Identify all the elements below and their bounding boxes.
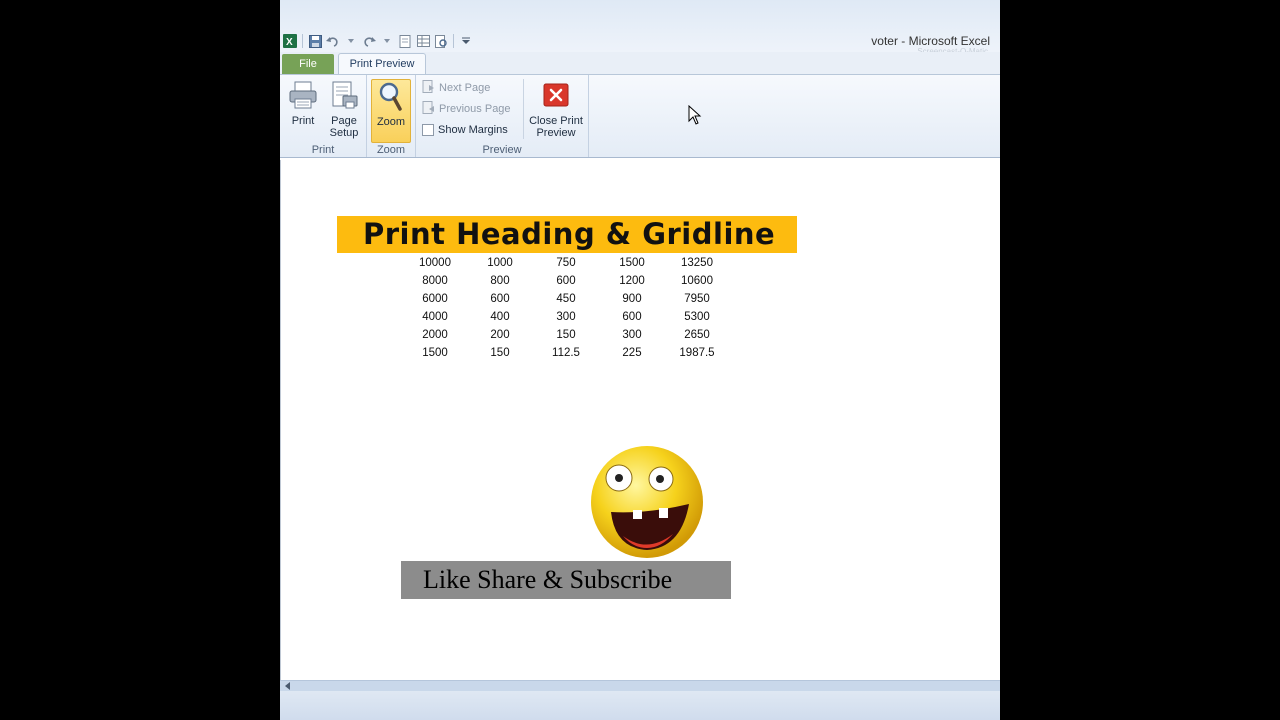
table-cell: 13250 [681,257,713,269]
page-setup-icon [328,79,360,111]
table-cell: 600 [556,275,576,287]
table-cell: 600 [490,293,510,305]
close-preview-icon [540,79,572,111]
print-preview-icon[interactable] [397,33,413,49]
table-cell: 5300 [684,311,710,323]
horizontal-scrollbar[interactable] [280,680,1000,691]
chevron-down-icon[interactable] [379,33,395,49]
table-cell: 10000 [419,257,451,269]
table-cell: 2650 [684,329,710,341]
table-cell: 4000 [422,311,448,323]
page-setup-button-label: Page Setup [329,115,359,139]
undo-icon[interactable] [325,33,341,49]
separator [523,79,524,139]
table-cell: 1987.5 [679,347,715,359]
table-cell: 6000 [422,293,448,305]
show-margins-label: Show Margins [438,124,508,136]
table-cell: 1500 [619,257,645,269]
zoom-group-label: Zoom [376,144,406,156]
subscribe-banner: Like Share & Subscribe [401,561,731,599]
checkbox-icon[interactable] [422,124,434,136]
previous-page-button[interactable]: Previous Page [422,100,511,118]
preview-group: Next Page Previous Page Show Margins Clo… [416,75,589,157]
zoom-button-label: Zoom [376,116,406,128]
table-cell: 1500 [422,347,448,359]
table-cell: 10600 [681,275,713,287]
show-margins-checkbox[interactable]: Show Margins [422,121,508,139]
print-preview-page: Print Heading & Gridline 10000 1000 750 150… [280,160,1000,680]
zoom-button[interactable]: Zoom [371,79,411,143]
ribbon: Print Page Setup Print Zoom Zoom Next Pa… [280,74,1000,158]
table-cell: 225 [622,347,642,359]
table-cell: 200 [490,329,510,341]
tab-print-preview[interactable]: Print Preview [338,53,426,75]
status-bar [280,691,1000,720]
tab-file[interactable]: File [282,54,334,74]
preview-group-label: Preview [482,144,522,156]
page-heading: Print Heading & Gridline [337,216,797,253]
next-page-label: Next Page [439,82,491,94]
grid-icon[interactable] [415,33,431,49]
table-cell: 1000 [487,257,513,269]
mouse-cursor-icon [688,104,702,125]
table-cell: 2000 [422,329,448,341]
redo-icon[interactable] [361,33,377,49]
page-heading-text: Print Heading & Gridline [363,217,776,251]
table-cell: 1200 [619,275,645,287]
table-cell: 300 [622,329,642,341]
separator [453,34,454,48]
ribbon-tabs: File Print Preview [280,52,1000,75]
scroll-left-icon[interactable] [285,682,290,690]
smiley-emoji [589,444,705,560]
print-group-label: Print [311,144,335,156]
previous-page-label: Previous Page [439,103,511,115]
chevron-down-icon[interactable] [343,33,359,49]
table-cell: 300 [556,311,576,323]
next-page-button[interactable]: Next Page [422,79,490,97]
table-cell: 150 [556,329,576,341]
svg-text:X: X [286,37,293,48]
close-print-preview-label: Close Print Preview [529,115,583,139]
previous-page-icon [422,101,435,117]
quick-access-toolbar: X [282,32,474,50]
print-button[interactable]: Print [284,79,322,127]
separator [302,34,303,48]
print-button-label: Print [291,115,315,127]
print-group: Print Page Setup Print [280,75,367,157]
table-cell: 900 [622,293,642,305]
excel-window: X voter - Microsoft Excel File Print Pre… [280,0,1000,720]
excel-icon[interactable]: X [282,33,298,49]
close-print-preview-button[interactable]: Close Print Preview [526,79,586,139]
customize-toolbar-icon[interactable] [458,33,474,49]
table-cell: 800 [490,275,510,287]
magnifier-icon [375,80,407,112]
printer-icon [287,79,319,111]
magnifier-page-icon[interactable] [433,33,449,49]
table-cell: 600 [622,311,642,323]
table-cell: 750 [556,257,576,269]
table-cell: 450 [556,293,576,305]
table-cell: 400 [490,311,510,323]
table-cell: 7950 [684,293,710,305]
page-setup-button[interactable]: Page Setup [324,79,364,139]
table-cell: 8000 [422,275,448,287]
zoom-group: Zoom Zoom [367,75,416,157]
title-bar: X voter - Microsoft Excel [280,0,1000,56]
next-page-icon [422,80,435,96]
table-cell: 150 [490,347,510,359]
table-cell: 112.5 [552,347,580,359]
window-title: voter - Microsoft Excel [871,34,990,48]
subscribe-text: Like Share & Subscribe [423,565,673,594]
save-icon[interactable] [307,33,323,49]
